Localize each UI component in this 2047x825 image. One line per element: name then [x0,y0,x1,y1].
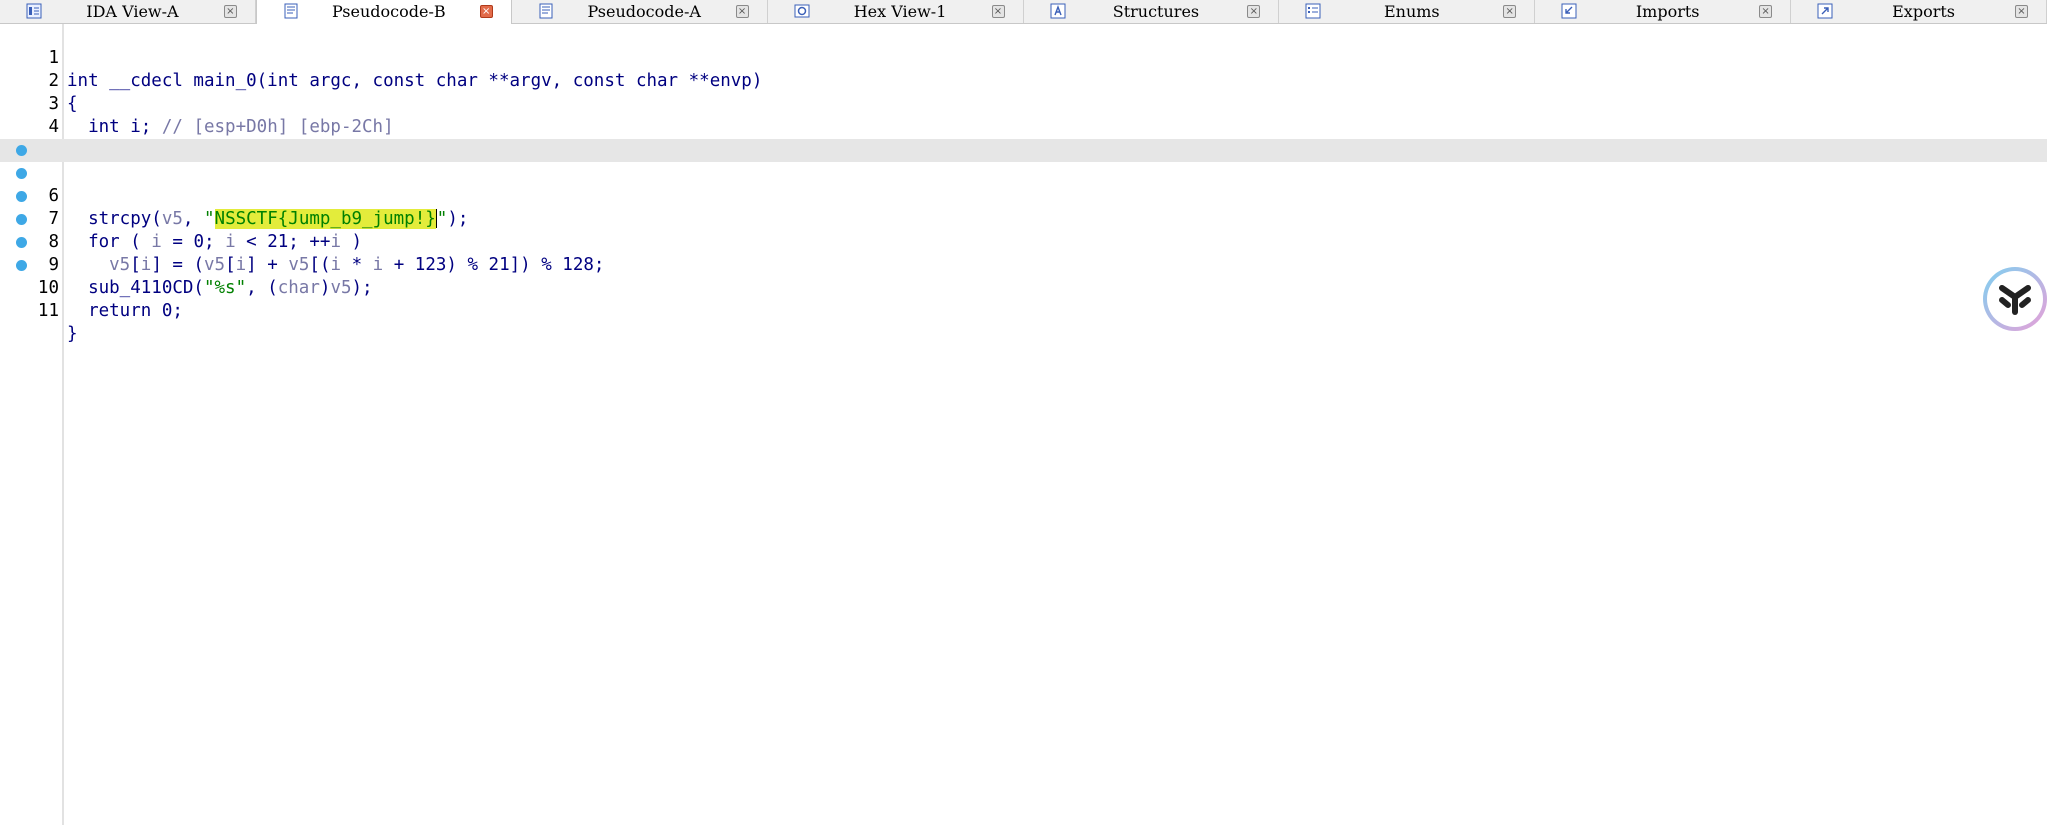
code-line-6[interactable]: 6 strcpy(v5, "NSSCTF{Jump_b9_jump!}"); [0,139,2047,229]
ida-view-icon [26,3,42,19]
code-text: return 0; [67,301,183,321]
code-line-4[interactable]: 4 char v5[28]; // [esp+DCh] [ebp-20h] BY… [0,93,2047,160]
tab-label: Enums [1383,2,1440,21]
code-line-1[interactable]: 1 int __cdecl main_0(int argc, const cha… [0,24,2047,91]
close-icon[interactable]: × [479,5,493,18]
breakpoint-dot[interactable] [16,237,27,248]
close-icon[interactable]: × [1759,5,1773,18]
tab-ida-view-a[interactable]: IDA View-A × [0,0,256,23]
pseudocode-editor[interactable]: 1 int __cdecl main_0(int argc, const cha… [0,24,2047,825]
assistant-icon[interactable] [1980,264,2047,334]
tab-label: Exports [1892,2,1955,21]
code-text: sub_4110CD("%s", (char)v5); [67,278,373,298]
breakpoint-dot[interactable] [16,214,27,225]
code-line-7[interactable]: 7 for ( i = 0; i < 21; ++i ) [0,162,2047,252]
code-line-3[interactable]: 3 int i; // [esp+D0h] [ebp-2Ch] [0,70,2047,137]
tab-structures[interactable]: Structures × [1024,0,1280,23]
tab-hex-view-1[interactable]: Hex View-1 × [768,0,1024,23]
code-line-2[interactable]: 2 { [0,47,2047,114]
enums-icon [1305,3,1321,19]
code-line-8[interactable]: 8 v5[i] = (v5[i] + v5[(i * i + 123) % 21… [0,185,2047,275]
hex-view-icon [794,4,810,18]
breakpoint-dot[interactable] [16,145,27,156]
tab-pseudocode-a[interactable]: Pseudocode-A × [512,0,768,23]
breakpoint-dot[interactable] [16,168,27,179]
tab-exports[interactable]: Exports × [1791,0,2047,23]
structures-icon [1050,3,1065,19]
exports-icon [1817,3,1833,19]
tab-label: Pseudocode-B [331,2,446,21]
tab-pseudocode-b[interactable]: Pseudocode-B × [255,0,512,24]
tab-label: Structures [1112,2,1200,21]
close-icon[interactable]: × [735,5,749,18]
pseudocode-icon [539,3,553,19]
tab-label: IDA View-A [86,2,179,21]
close-icon[interactable]: × [991,5,1005,18]
code-line-9[interactable]: 9 sub_4110CD("%s", (char)v5); [0,208,2047,298]
tab-enums[interactable]: Enums × [1279,0,1536,23]
close-icon[interactable]: × [1503,5,1517,18]
tab-imports[interactable]: Imports × [1535,0,1792,23]
code-text: } [67,324,78,344]
code-line-5[interactable]: 5 [0,116,2047,160]
tab-bar: IDA View-A × Pseudocode-B × Pseudocode-A… [0,0,2047,24]
breakpoint-dot[interactable] [16,191,27,202]
code-line-10[interactable]: 10 return 0; [0,231,2047,321]
breakpoint-dot[interactable] [16,260,27,271]
imports-icon [1561,3,1577,19]
code-line-11[interactable]: 11 } [0,254,2047,344]
close-icon[interactable]: × [1247,5,1261,18]
close-icon[interactable]: × [2015,5,2028,18]
tab-label: Hex View-1 [853,2,947,21]
tab-label: Pseudocode-A [587,2,701,21]
tab-label: Imports [1635,2,1700,21]
pseudocode-icon [284,3,298,19]
close-icon[interactable]: × [223,5,237,18]
line-number: 11 [37,301,59,321]
